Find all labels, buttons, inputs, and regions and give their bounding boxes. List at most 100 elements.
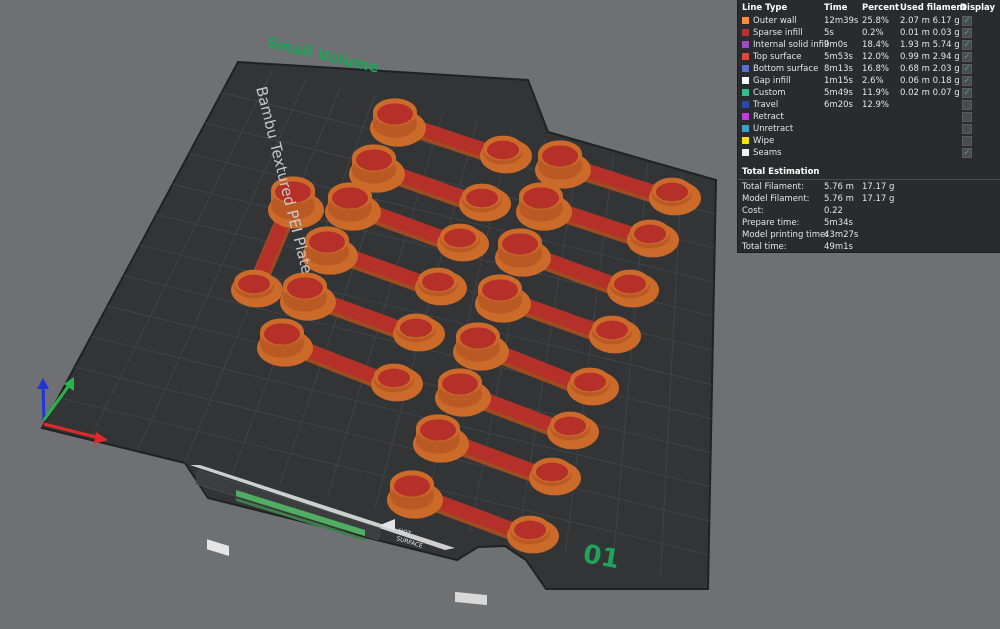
total-value-1: 49m1s [824,242,853,252]
percent-value: 18.4% [862,40,890,50]
line-type-label: Wipe [753,136,775,146]
total-value-2: 17.17 g [862,194,895,204]
outer-wall-color-swatch [742,16,749,24]
legend-row-wipe: Wipe [738,135,1000,147]
percent-value: 2.6% [862,76,884,86]
total-value-1: 5.76 m [824,182,854,192]
legend-row-custom: Custom 5m49s 11.9% 0.02 m 0.07 g ✓ [738,87,1000,99]
display-checkbox[interactable]: ✓ [962,28,972,38]
legend-row-unretract: Unretract [738,123,1000,135]
legend-header: Line Type Time Percent Used filament Dis… [738,2,1000,14]
total-label: Prepare time: [742,218,800,228]
legend-row-top-surface: Top surface 5m53s 12.0% 0.99 m 2.94 g ✓ [738,51,1000,63]
custom-color-swatch [742,88,749,96]
legend-row-sparse-infill: Sparse infill 5s 0.2% 0.01 m 0.03 g ✓ [738,27,1000,39]
display-checkbox[interactable]: ✓ [962,76,972,86]
display-checkbox[interactable]: ✓ [962,88,972,98]
display-checkbox[interactable]: ✓ [962,16,972,26]
legend-row-retract: Retract [738,111,1000,123]
time-value: 6m20s [824,100,853,110]
total-row-filament: Total Filament: 5.76 m 17.17 g [738,181,1000,193]
legend-row-bottom-surface: Bottom surface 8m13s 16.8% 0.68 m 2.03 g… [738,63,1000,75]
used-filament-value: 1.93 m 5.74 g [900,40,960,50]
header-time: Time [824,3,848,13]
top-surface-color-swatch [742,52,749,60]
used-filament-value: 0.99 m 2.94 g [900,52,960,62]
total-row-cost: Cost: 0.22 [738,205,1000,217]
display-checkbox[interactable] [962,100,972,110]
total-label: Cost: [742,206,764,216]
time-value: 12m39s [824,16,859,26]
display-checkbox[interactable] [962,112,972,122]
header-line-type: Line Type [742,3,788,13]
percent-value: 25.8% [862,16,890,26]
total-value-1: 5m34s [824,218,853,228]
percent-value: 12.0% [862,52,890,62]
retract-color-swatch [742,112,749,120]
total-row-model-printing-time: Model printing time: 43m27s [738,229,1000,241]
travel-color-swatch [742,100,749,108]
wipe-color-swatch [742,136,749,144]
seams-color-swatch [742,148,749,156]
total-label: Model Filament: [742,194,810,204]
total-estimation-label: Total Estimation [742,167,820,177]
legend-row-outer-wall: Outer wall 12m39s 25.8% 2.07 m 6.17 g ✓ [738,15,1000,27]
legend-row-gap-infill: Gap infill 1m15s 2.6% 0.06 m 0.18 g ✓ [738,75,1000,87]
total-row-total-time: Total time: 49m1s [738,241,1000,253]
display-checkbox[interactable] [962,136,972,146]
total-value-1: 0.22 [824,206,843,216]
total-estimation-title: Total Estimation [738,166,1000,178]
legend-divider [738,179,1000,180]
percent-value: 16.8% [862,64,890,74]
display-checkbox[interactable]: ✓ [962,148,972,158]
time-value: 9m0s [824,40,848,50]
gap-infill-color-swatch [742,76,749,84]
time-value: 1m15s [824,76,853,86]
bottom-surface-color-swatch [742,64,749,72]
unretract-color-swatch [742,124,749,132]
internal-solid-infill-color-swatch [742,40,749,48]
legend-row-travel: Travel 6m20s 12.9% [738,99,1000,111]
header-display: Display [960,3,996,13]
time-value: 5s [824,28,834,38]
line-type-label: Internal solid infill [753,40,829,50]
display-checkbox[interactable]: ✓ [962,52,972,62]
total-row-prepare-time: Prepare time: 5m34s [738,217,1000,229]
used-filament-value: 0.68 m 2.03 g [900,64,960,74]
total-label: Model printing time: [742,230,829,240]
time-value: 8m13s [824,64,853,74]
legend-panel: Line Type Time Percent Used filament Dis… [737,0,1000,253]
total-value-1: 5.76 m [824,194,854,204]
line-type-label: Top surface [753,52,802,62]
used-filament-value: 2.07 m 6.17 g [900,16,960,26]
time-value: 5m49s [824,88,853,98]
total-value-1: 43m27s [824,230,859,240]
line-type-label: Retract [753,112,784,122]
total-row-model-filament: Model Filament: 5.76 m 17.17 g [738,193,1000,205]
line-type-label: Seams [753,148,782,158]
legend-row-internal-solid-infill: Internal solid infill 9m0s 18.4% 1.93 m … [738,39,1000,51]
line-type-label: Custom [753,88,786,98]
time-value: 5m53s [824,52,853,62]
line-type-label: Outer wall [753,16,797,26]
sparse-infill-color-swatch [742,28,749,36]
legend-row-seams: Seams ✓ [738,147,1000,159]
line-type-label: Gap infill [753,76,791,86]
percent-value: 12.9% [862,100,890,110]
display-checkbox[interactable] [962,124,972,134]
used-filament-value: 0.06 m 0.18 g [900,76,960,86]
header-used-filament: Used filament [900,3,967,13]
display-checkbox[interactable]: ✓ [962,40,972,50]
total-value-2: 17.17 g [862,182,895,192]
total-label: Total time: [742,242,787,252]
line-type-label: Unretract [753,124,794,134]
used-filament-value: 0.02 m 0.07 g [900,88,960,98]
percent-value: 11.9% [862,88,890,98]
display-checkbox[interactable]: ✓ [962,64,972,74]
total-label: Total Filament: [742,182,804,192]
used-filament-value: 0.01 m 0.03 g [900,28,960,38]
plate-number-label: 01 [581,539,622,575]
line-type-label: Sparse infill [753,28,803,38]
line-type-label: Travel [753,100,779,110]
line-type-label: Bottom surface [753,64,819,74]
